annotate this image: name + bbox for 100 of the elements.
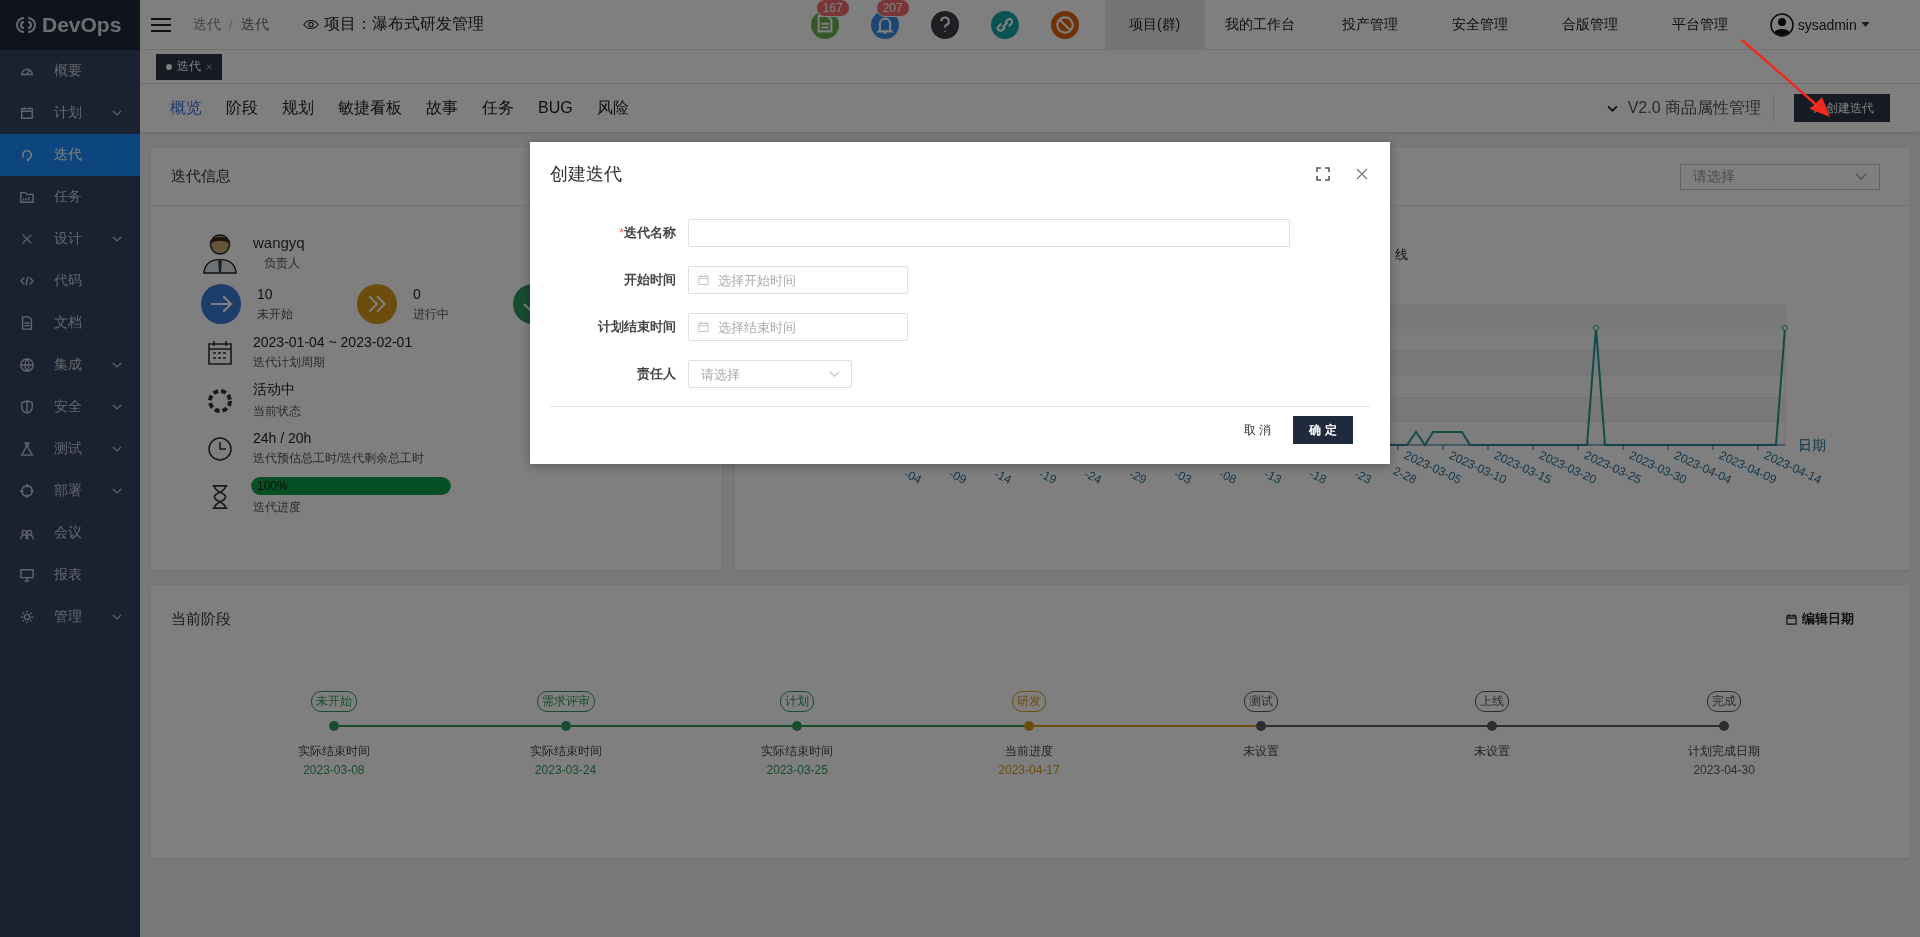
sidebar-item[interactable]: 管理 (0, 596, 140, 638)
link-icon[interactable] (990, 10, 1019, 39)
menu-icon[interactable] (151, 16, 171, 33)
stat-count: 10 (257, 285, 274, 302)
page-tab[interactable]: 故事 (426, 97, 458, 119)
open-page-tab[interactable]: 迭代 (156, 53, 222, 80)
chart-title: 线 (1395, 246, 1408, 264)
sidebar-item[interactable]: 部署 (0, 470, 140, 512)
progress-caption: 迭代进度 (253, 499, 302, 516)
date-field[interactable]: 选择开始时间 (688, 266, 908, 294)
sidebar-item[interactable]: 测试 (0, 428, 140, 470)
axis-label: -29 (1127, 466, 1149, 487)
work-hours: 24h / 20h (253, 430, 313, 446)
top-nav-item[interactable]: 平台管理 (1644, 0, 1755, 50)
field-label: 责任人 (636, 365, 677, 383)
chevron-down-icon (112, 446, 122, 452)
chevron-down-icon (112, 488, 122, 494)
owner-role: 负责人 (264, 255, 301, 272)
top-nav-item[interactable]: 合版管理 (1534, 0, 1645, 50)
dot-icon (166, 63, 172, 70)
sidebar-item[interactable]: 安全 (0, 386, 140, 428)
sidebar-item[interactable]: 文档 (0, 302, 140, 344)
crosshair-icon (20, 484, 34, 498)
top-nav-item[interactable]: 投产管理 (1314, 0, 1425, 50)
iteration-picker[interactable]: V2.0 商品属性管理 (1627, 97, 1761, 119)
axis-title: 日期 (1798, 437, 1826, 453)
close-icon[interactable] (1356, 168, 1368, 180)
sidebar-item[interactable]: 设计 (0, 218, 140, 260)
folder-icon (20, 190, 34, 204)
axis-label: -08 (1217, 466, 1239, 487)
document-icon (20, 316, 34, 330)
sidebar-item[interactable]: 概要 (0, 50, 140, 92)
block-icon[interactable] (1050, 10, 1079, 39)
axis-label: -24 (1082, 466, 1104, 487)
stage-caption: 实际结束时间 (761, 743, 834, 760)
stage-date: 2023-04-17 (998, 763, 1060, 777)
chevron-down-icon (112, 614, 122, 620)
iteration-name-field[interactable] (688, 219, 1290, 247)
breadcrumb-current: 迭代 (240, 15, 269, 34)
stat-count: 0 (413, 285, 422, 302)
user-avatar-icon[interactable] (1769, 12, 1794, 37)
sidebar-item[interactable]: 集成 (0, 344, 140, 386)
code-icon (20, 274, 34, 288)
field-label: 开始时间 (623, 271, 677, 289)
sidebar-item[interactable]: 计划 (0, 92, 140, 134)
page-tab[interactable]: 规划 (282, 97, 314, 119)
top-nav-item[interactable]: 项目(群) (1104, 0, 1205, 50)
cancel-button[interactable]: 取 消 (1239, 421, 1275, 439)
stage-label: 未开始 (310, 691, 357, 712)
sidebar-item[interactable]: 迭代 (0, 134, 140, 176)
chevron-down-icon (112, 236, 122, 242)
shield-icon (20, 400, 34, 414)
work-hours-caption: 迭代预估总工时/迭代剩余总工时 (253, 450, 425, 467)
axis-label: -18 (1307, 466, 1329, 487)
sidebar-item[interactable]: 任务 (0, 176, 140, 218)
gear-icon (20, 610, 34, 624)
chevron-down-icon[interactable] (1606, 104, 1618, 112)
axis-label: -03 (1172, 466, 1194, 487)
page-tab[interactable]: BUG (538, 99, 573, 117)
axis-label: -09 (947, 466, 969, 487)
calendar-icon (698, 321, 709, 333)
double-chevron-icon (357, 284, 397, 324)
page-tab[interactable]: 阶段 (226, 97, 258, 119)
count-badge: 207 (875, 0, 910, 17)
user-name[interactable]: sysadmin (1797, 16, 1857, 33)
stage-label: 完成 (1707, 691, 1742, 712)
logo-icon (16, 15, 36, 35)
chevron-down-icon (112, 404, 122, 410)
page-tab[interactable]: 任务 (482, 97, 514, 119)
sidebar-item[interactable]: 会议 (0, 512, 140, 554)
date-field[interactable]: 选择结束时间 (688, 313, 908, 341)
create-iteration-button[interactable]: 创建迭代 (1794, 94, 1890, 122)
monitor-icon (20, 568, 34, 582)
fullscreen-icon[interactable] (1316, 167, 1330, 181)
edit-dates-button[interactable]: 编辑日期 (1780, 609, 1860, 629)
app-logo: DevOps (42, 13, 122, 37)
caret-icon[interactable] (1860, 22, 1870, 27)
help-icon[interactable] (930, 10, 959, 39)
plan-period: 2023-01-04 ~ 2023-02-01 (253, 334, 413, 350)
person-avatar-icon (201, 232, 239, 274)
flask-icon (20, 442, 34, 456)
sidebar-item[interactable]: 报表 (0, 554, 140, 596)
page-tab[interactable]: 敏捷看板 (338, 97, 402, 119)
page-tab[interactable]: 概览 (170, 97, 202, 119)
select-field[interactable]: 请选择 (688, 360, 852, 388)
top-nav-item[interactable]: 安全管理 (1424, 0, 1535, 50)
stage-date: 2023-03-24 (534, 763, 597, 777)
stage-label: 上线 (1475, 691, 1510, 712)
breadcrumb-link[interactable]: 迭代 (193, 15, 221, 34)
stat-label: 未开始 (257, 305, 293, 323)
confirm-button[interactable]: 确 定 (1293, 416, 1353, 444)
page-tab[interactable]: 风险 (596, 97, 629, 119)
close-icon[interactable] (206, 63, 212, 70)
stage-date: 2023-03-25 (766, 763, 828, 777)
count-badge: 167 (815, 0, 850, 17)
owner-name: wangyq (253, 234, 305, 251)
sidebar-item[interactable]: 代码 (0, 260, 140, 302)
stat-label: 进行中 (413, 305, 449, 323)
stage-caption: 未设置 (1474, 743, 1511, 760)
chevron-down-icon (112, 362, 122, 368)
